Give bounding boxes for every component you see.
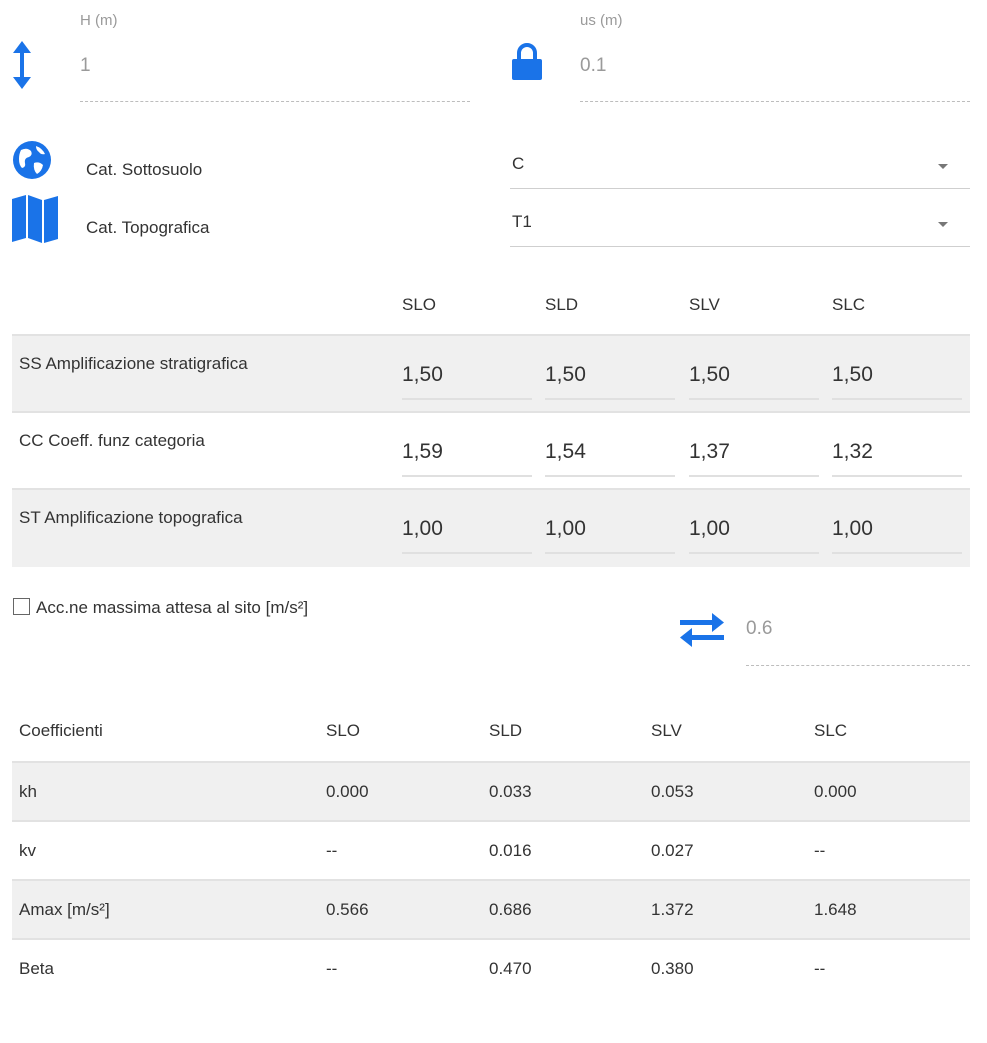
topografica-label: Cat. Topografica xyxy=(86,218,210,237)
form-root: H (m) 1 us (m) 0.1 Cat. Sottosuolo C Cat… xyxy=(0,0,987,1043)
coeff-cell: -- xyxy=(326,841,338,860)
cc-sld-input[interactable] xyxy=(545,435,671,469)
coeff-header-sld: SLD xyxy=(489,721,523,740)
amp-header-slc: SLC xyxy=(832,295,866,314)
coeff-cell: 0.686 xyxy=(489,900,532,919)
coeff-header-slc: SLC xyxy=(814,721,848,740)
amp-cell xyxy=(832,358,962,400)
amp-cell xyxy=(832,435,962,477)
topografica-value: T1 xyxy=(512,212,532,231)
coeff-cell: kv xyxy=(19,841,36,860)
coeff-header-slv: SLV xyxy=(651,721,682,740)
sottosuolo-label: Cat. Sottosuolo xyxy=(86,160,203,179)
amp-row-label: CC Coeff. funz categoria xyxy=(19,431,205,450)
table-row: kh 0.000 0.033 0.053 0.000 xyxy=(12,761,970,821)
amp-row-label: SS Amplificazione stratigrafica xyxy=(19,354,248,373)
table-row: Beta -- 0.470 0.380 -- xyxy=(12,938,970,998)
coeff-header-slo: SLO xyxy=(326,721,361,740)
h-label: H (m) xyxy=(80,12,118,29)
amp-cell xyxy=(832,512,962,554)
coeff-cell: Amax [m/s²] xyxy=(19,900,110,919)
table-row: SS Amplificazione stratigrafica xyxy=(12,334,970,413)
coeff-cell: 0.470 xyxy=(489,959,532,978)
coeff-cell: 0.000 xyxy=(326,782,369,801)
chevron-down-icon xyxy=(938,164,948,169)
coeff-cell: 0.053 xyxy=(651,782,694,801)
table-row: ST Amplificazione topografica xyxy=(12,488,970,567)
coeff-cell: 1.648 xyxy=(814,900,857,919)
lock-icon xyxy=(510,42,544,87)
h-underline xyxy=(80,101,470,102)
table-row: Amax [m/s²] 0.566 0.686 1.372 1.648 xyxy=(12,879,970,939)
chevron-down-icon xyxy=(938,222,948,227)
st-slv-input[interactable] xyxy=(689,512,815,546)
amp-cell xyxy=(402,358,532,400)
coeff-cell: 0.027 xyxy=(651,841,694,860)
coeff-cell: -- xyxy=(814,959,826,978)
amp-header-slo: SLO xyxy=(402,295,437,314)
amp-cell xyxy=(689,512,819,554)
coeff-cell: 1.372 xyxy=(651,900,694,919)
swap-arrows-icon xyxy=(678,612,726,653)
us-label: us (m) xyxy=(580,12,623,29)
acc-checkbox[interactable] xyxy=(13,598,30,615)
st-sld-input[interactable] xyxy=(545,512,671,546)
sottosuolo-value: C xyxy=(512,154,525,173)
amp-cell xyxy=(689,435,819,477)
coeff-cell: -- xyxy=(814,841,826,860)
globe-icon xyxy=(12,140,52,185)
st-slo-input[interactable] xyxy=(402,512,528,546)
coeff-cell: kh xyxy=(19,782,37,801)
cc-slo-input[interactable] xyxy=(402,435,528,469)
h-input[interactable]: 1 xyxy=(80,55,91,77)
coeff-cell: 0.033 xyxy=(489,782,532,801)
coeff-cell: 0.016 xyxy=(489,841,532,860)
coeff-cell: 0.000 xyxy=(814,782,857,801)
ss-slv-input[interactable] xyxy=(689,358,815,392)
ss-slc-input[interactable] xyxy=(832,358,958,392)
cc-slv-input[interactable] xyxy=(689,435,815,469)
amp-header-slv: SLV xyxy=(689,295,720,314)
amp-cell xyxy=(545,435,675,477)
amp-cell xyxy=(545,358,675,400)
acc-value-input[interactable]: 0.6 xyxy=(746,618,772,640)
amp-cell xyxy=(689,358,819,400)
map-icon xyxy=(11,195,59,248)
topografica-select[interactable]: T1 xyxy=(510,206,970,247)
coeff-header-label: Coefficienti xyxy=(19,721,103,740)
amp-cell xyxy=(402,512,532,554)
st-slc-input[interactable] xyxy=(832,512,958,546)
us-underline xyxy=(580,101,970,102)
acc-checkbox-label[interactable]: Acc.ne massima attesa al sito [m/s²] xyxy=(36,598,308,618)
coeff-cell: -- xyxy=(326,959,338,978)
cc-slc-input[interactable] xyxy=(832,435,958,469)
table-row: kv -- 0.016 0.027 -- xyxy=(12,820,970,880)
acc-underline xyxy=(746,665,970,666)
sottosuolo-select[interactable]: C xyxy=(510,148,970,189)
ss-sld-input[interactable] xyxy=(545,358,671,392)
amp-row-label: ST Amplificazione topografica xyxy=(19,508,243,527)
coeff-cell: 0.380 xyxy=(651,959,694,978)
coeff-cell: 0.566 xyxy=(326,900,369,919)
table-row: CC Coeff. funz categoria xyxy=(12,411,970,490)
ss-slo-input[interactable] xyxy=(402,358,528,392)
us-input[interactable]: 0.1 xyxy=(580,55,606,77)
amp-cell xyxy=(545,512,675,554)
amp-header-sld: SLD xyxy=(545,295,579,314)
coeff-cell: Beta xyxy=(19,959,54,978)
amp-cell xyxy=(402,435,532,477)
vertical-arrows-icon xyxy=(10,40,34,95)
